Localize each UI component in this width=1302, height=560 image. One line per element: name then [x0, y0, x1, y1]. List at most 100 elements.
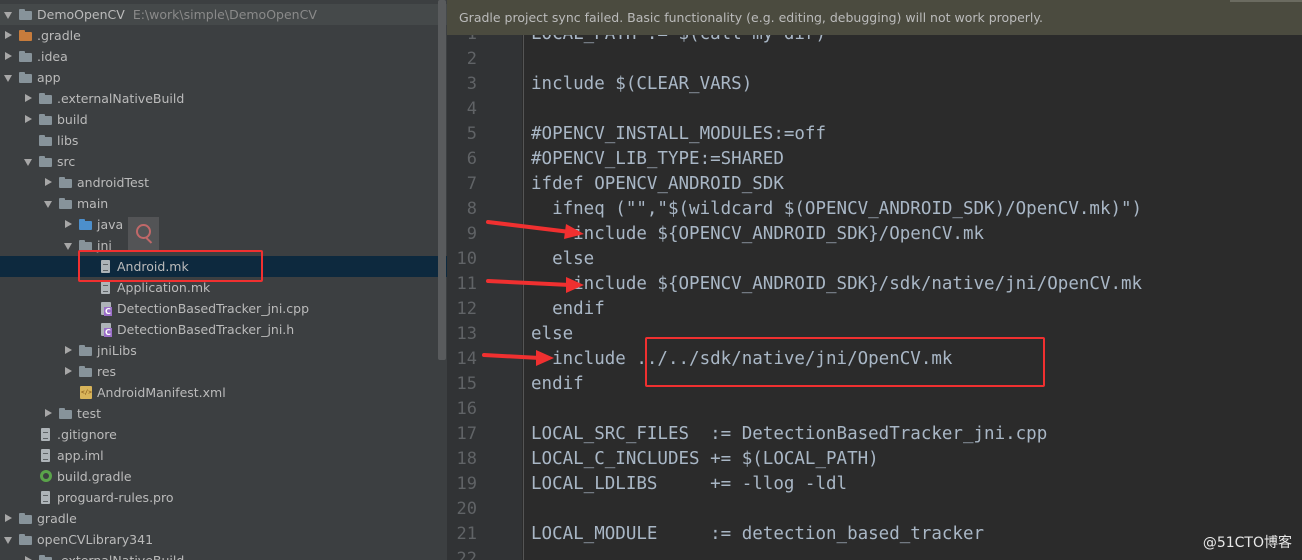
tree-item[interactable]: androidTest: [0, 172, 447, 193]
chevron-right-icon[interactable]: [4, 508, 13, 529]
code-line[interactable]: include ${OPENCV_ANDROID_SDK}/sdk/native…: [531, 272, 1142, 297]
cpp-file-icon: [98, 301, 114, 316]
tree-item[interactable]: java: [0, 214, 447, 235]
folder-icon: [38, 155, 54, 169]
chevron-down-icon[interactable]: [24, 151, 33, 172]
line-number: 10: [456, 249, 477, 269]
tree-item[interactable]: DetectionBasedTracker_jni.cpp: [0, 298, 447, 319]
chevron-right-icon[interactable]: [44, 403, 53, 424]
line-number: 18: [456, 449, 477, 469]
tree-item-label: .externalNativeBuild: [57, 91, 185, 106]
line-number: 11: [456, 274, 477, 294]
chevron-down-icon[interactable]: [4, 67, 13, 88]
tree-item[interactable]: jniLibs: [0, 340, 447, 361]
project-path: E:\work\simple\DemoOpenCV: [132, 7, 317, 22]
code-line[interactable]: else: [531, 322, 573, 347]
code-line[interactable]: #OPENCV_INSTALL_MODULES:=off: [531, 122, 826, 147]
folder-icon: [38, 134, 54, 148]
notification-text: Gradle project sync failed. Basic functi…: [459, 10, 1043, 25]
chevron-right-icon[interactable]: [4, 46, 13, 67]
chevron-right-icon[interactable]: [64, 361, 73, 382]
tree-item-label: src: [57, 154, 76, 169]
chevron-down-icon[interactable]: [4, 4, 13, 25]
gradle-file-icon: [38, 469, 54, 484]
code-line[interactable]: LOCAL_SRC_FILES := DetectionBasedTracker…: [531, 422, 1047, 447]
tree-item-label: .gradle: [37, 28, 81, 43]
code-line[interactable]: ifneq ("","$(wildcard $(OPENCV_ANDROID_S…: [531, 197, 1142, 222]
tree-item[interactable]: .gradle: [0, 25, 447, 46]
folder-icon: [18, 50, 34, 64]
tree-item[interactable]: proguard-rules.pro: [0, 487, 447, 508]
line-number: 15: [456, 374, 477, 394]
tree-item-label: test: [77, 406, 102, 421]
chevron-right-icon[interactable]: [24, 109, 33, 130]
tree-item-label: DemoOpenCV: [37, 7, 125, 22]
tree-item-label: AndroidManifest.xml: [97, 385, 226, 400]
tree-item[interactable]: build.gradle: [0, 466, 447, 487]
search-icon: [128, 217, 159, 250]
line-number: 19: [456, 474, 477, 494]
chevron-right-icon[interactable]: [64, 214, 73, 235]
chevron-down-icon[interactable]: [64, 235, 73, 256]
code-line[interactable]: endif: [531, 372, 584, 397]
tree-item-label: openCVLibrary341: [37, 532, 154, 547]
code-line[interactable]: LOCAL_LDLIBS += -llog -ldl: [531, 472, 847, 497]
tree-item[interactable]: gradle: [0, 508, 447, 529]
folder-icon: [78, 365, 94, 379]
project-tool-window: DemoOpenCV E:\work\simple\DemoOpenCV .grad…: [0, 0, 447, 560]
tree-item[interactable]: .idea: [0, 46, 447, 67]
tree-item[interactable]: openCVLibrary341: [0, 529, 447, 550]
chevron-right-icon[interactable]: [44, 172, 53, 193]
arrow-line-9: [486, 220, 584, 239]
folder-icon: [18, 71, 34, 85]
tree-item[interactable]: .externalNativeBuild: [0, 88, 447, 109]
line-number: 16: [456, 399, 477, 419]
xml-file-icon: [78, 385, 94, 400]
tree-item[interactable]: build: [0, 109, 447, 130]
tree-item-label: proguard-rules.pro: [57, 490, 174, 505]
watermark: @51CTO博客: [1202, 535, 1292, 551]
chevron-right-icon[interactable]: [24, 88, 33, 109]
code-line[interactable]: LOCAL_C_INCLUDES += $(LOCAL_PATH): [531, 447, 879, 472]
code-line[interactable]: include $(CLEAR_VARS): [531, 72, 752, 97]
tree-item[interactable]: .externalNativeBuild: [0, 550, 447, 560]
code-line[interactable]: endif: [531, 297, 605, 322]
code-line[interactable]: else: [531, 247, 594, 272]
line-number: 6: [466, 149, 477, 169]
code-line[interactable]: LOCAL_MODULE := detection_based_tracker: [531, 522, 984, 547]
tree-item[interactable]: src: [0, 151, 447, 172]
line-number: 7: [466, 174, 477, 194]
chevron-down-icon[interactable]: [44, 193, 53, 214]
project-panel-scrollbar[interactable]: [438, 0, 446, 360]
chevron-right-icon[interactable]: [4, 25, 13, 46]
tree-item[interactable]: app.iml: [0, 445, 447, 466]
arrow-line-11: [486, 277, 584, 293]
tree-item[interactable]: libs: [0, 130, 447, 151]
folder-icon: [18, 533, 34, 547]
tree-item[interactable]: DemoOpenCV E:\work\simple\DemoOpenCV: [0, 4, 447, 25]
chevron-right-icon[interactable]: [24, 550, 33, 560]
folder-icon: [18, 8, 34, 22]
tree-item-label: app.iml: [57, 448, 104, 463]
code-line[interactable]: ifdef OPENCV_ANDROID_SDK: [531, 172, 784, 197]
line-number: 20: [456, 499, 477, 519]
chevron-right-icon[interactable]: [64, 340, 73, 361]
folder-icon: [58, 197, 74, 211]
tree-item-label: build.gradle: [57, 469, 132, 484]
tree-item[interactable]: DetectionBasedTracker_jni.h: [0, 319, 447, 340]
code-line[interactable]: include ${OPENCV_ANDROID_SDK}/OpenCV.mk: [531, 222, 984, 247]
tree-item[interactable]: app: [0, 67, 447, 88]
tree-item[interactable]: AndroidManifest.xml: [0, 382, 447, 403]
tree-item[interactable]: .gitignore: [0, 424, 447, 445]
tree-item[interactable]: res: [0, 361, 447, 382]
chevron-down-icon[interactable]: [4, 529, 13, 550]
cpp-file-icon: [98, 322, 114, 337]
line-number: 21: [456, 524, 477, 544]
code-line[interactable]: #OPENCV_LIB_TYPE:=SHARED: [531, 147, 784, 172]
tree-item[interactable]: test: [0, 403, 447, 424]
tree-item[interactable]: main: [0, 193, 447, 214]
